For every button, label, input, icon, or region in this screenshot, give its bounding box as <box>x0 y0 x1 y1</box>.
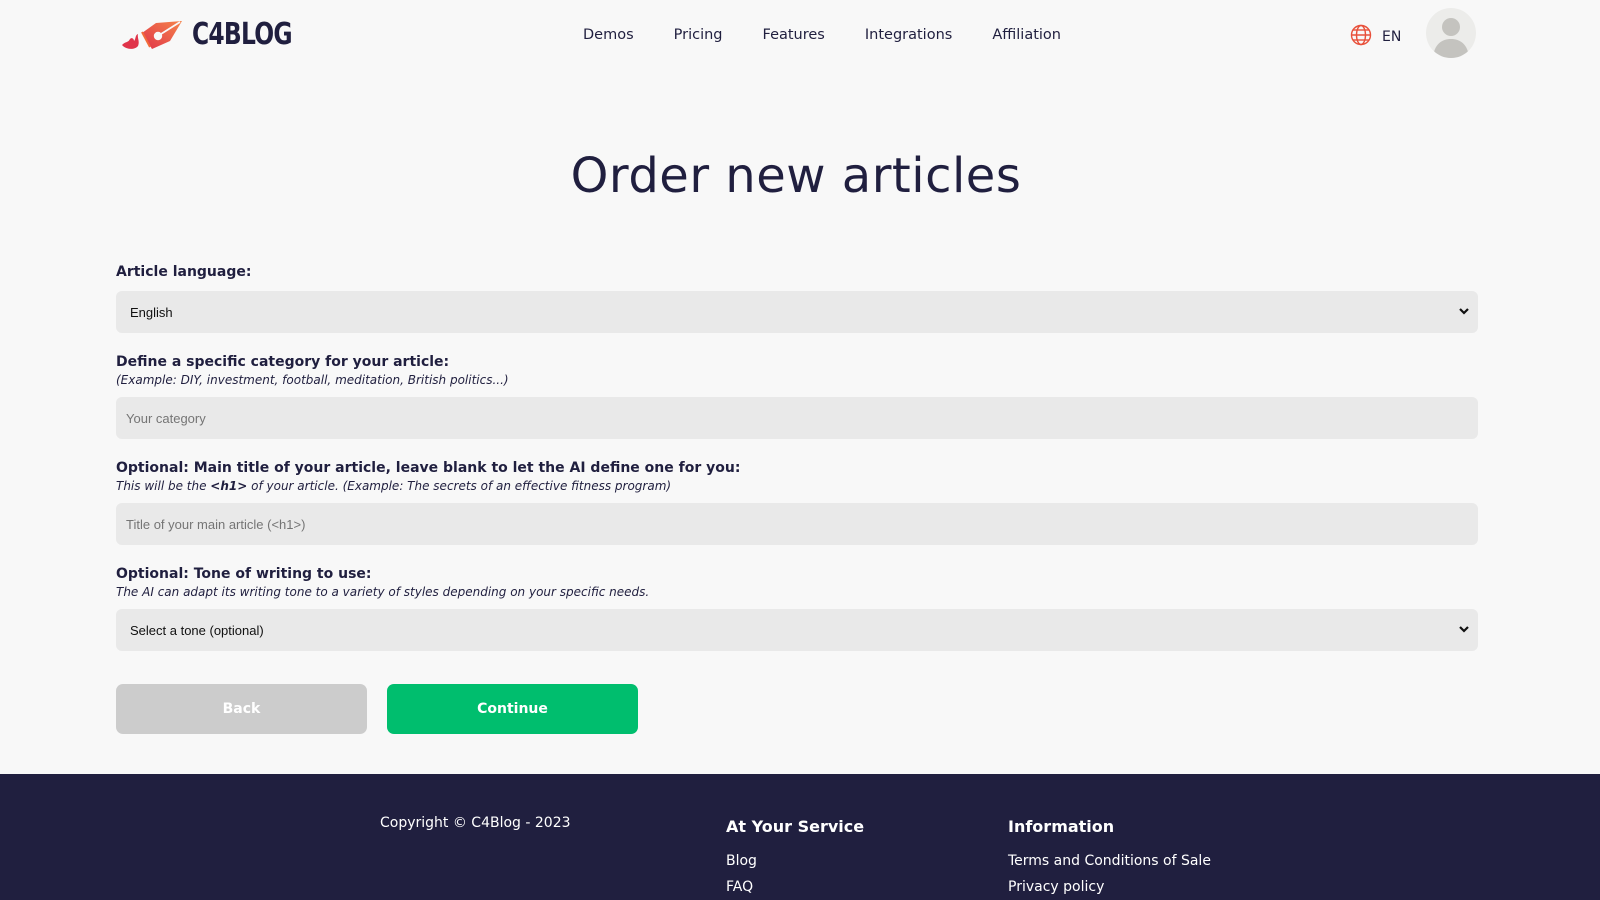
order-form: Article language: English Define a speci… <box>116 262 1478 651</box>
footer-link-terms[interactable]: Terms and Conditions of Sale <box>1008 848 1211 874</box>
title-hint-text: This will be the <box>116 479 211 493</box>
title-field-label: Optional: Main title of your article, le… <box>116 460 741 476</box>
language-label: EN <box>1382 29 1402 45</box>
logo-link[interactable]: C4BLOG <box>120 14 320 56</box>
footer-service-column: At Your Service Blog FAQ <box>726 816 864 900</box>
main-nav: Demos Pricing Features Integrations Affi… <box>583 24 1101 46</box>
title-field-hint: This will be the <h1> of your article. (… <box>116 478 1478 494</box>
nav-features[interactable]: Features <box>763 24 825 46</box>
category-field-label: Define a specific category for your arti… <box>116 354 450 370</box>
copyright-text: Copyright © C4Blog - 2023 <box>380 815 571 831</box>
title-hint-example: of your article. (Example: The secrets o… <box>247 479 672 493</box>
form-actions: Back Continue <box>116 684 638 734</box>
category-input[interactable] <box>116 397 1478 439</box>
site-footer: Copyright © C4Blog - 2023 At Your Servic… <box>0 774 1600 900</box>
category-field-hint: (Example: DIY, investment, football, med… <box>116 373 509 387</box>
nav-pricing[interactable]: Pricing <box>674 24 723 46</box>
back-button[interactable]: Back <box>116 684 367 734</box>
continue-button[interactable]: Continue <box>387 684 638 734</box>
page-title: Order new articles <box>570 148 1022 204</box>
user-avatar-icon <box>1426 18 1476 58</box>
tone-field-label: Optional: Tone of writing to use: <box>116 566 372 582</box>
nav-integrations[interactable]: Integrations <box>865 24 952 46</box>
tone-select[interactable]: Select a tone (optional) <box>116 609 1478 651</box>
language-switcher[interactable]: EN <box>1350 24 1401 50</box>
footer-link-blog[interactable]: Blog <box>726 848 864 874</box>
nav-demos[interactable]: Demos <box>583 24 634 46</box>
footer-link-privacy[interactable]: Privacy policy <box>1008 874 1211 900</box>
language-select[interactable]: English <box>116 291 1478 333</box>
tone-selected-value: Select a tone (optional) <box>130 622 264 638</box>
language-selected-value: English <box>130 304 173 320</box>
footer-service-heading: At Your Service <box>726 817 865 836</box>
user-avatar[interactable] <box>1426 8 1476 58</box>
footer-link-faq[interactable]: FAQ <box>726 874 864 900</box>
title-hint-tag: <h1> <box>210 479 248 493</box>
nav-affiliation[interactable]: Affiliation <box>992 24 1061 46</box>
language-field-label: Article language: <box>116 264 252 280</box>
fountain-pen-nib-icon <box>120 17 184 53</box>
tone-field-hint: The AI can adapt its writing tone to a v… <box>116 585 650 599</box>
site-header: C4BLOG Demos Pricing Features Integratio… <box>0 0 1600 72</box>
footer-information-heading: Information <box>1008 817 1115 836</box>
globe-icon <box>1350 24 1372 50</box>
footer-information-column: Information Terms and Conditions of Sale… <box>1008 816 1211 900</box>
chevron-down-icon <box>1458 623 1470 638</box>
brand-name: C4BLOG <box>192 17 293 52</box>
chevron-down-icon <box>1458 305 1470 320</box>
main-title-input[interactable] <box>116 503 1478 545</box>
